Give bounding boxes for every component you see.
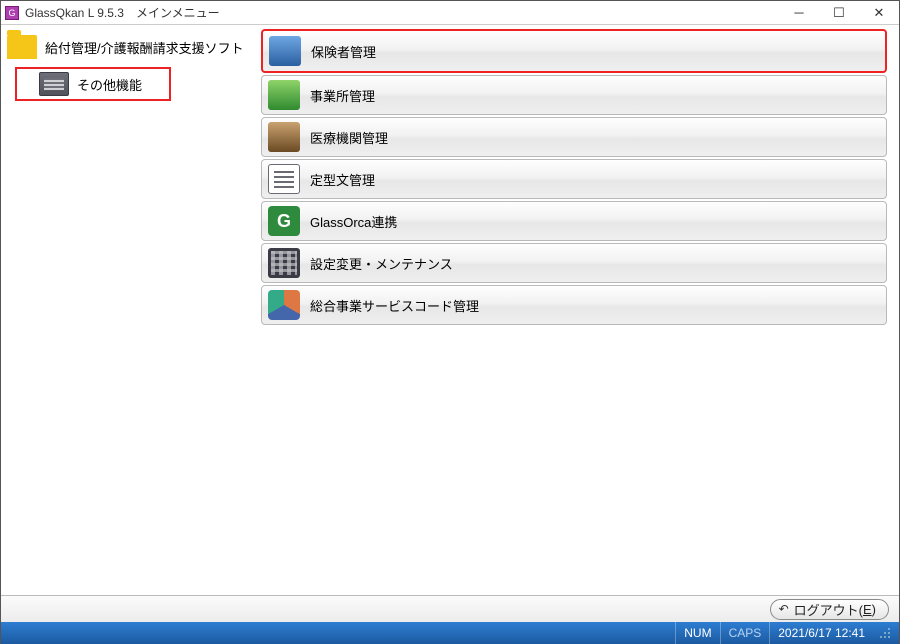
menu-item-medical[interactable]: 医療機関管理 xyxy=(261,117,887,157)
tree-child-label: その他機能 xyxy=(77,75,142,94)
logout-arrow-icon: ↶ xyxy=(779,602,789,616)
minimize-button[interactable]: ─ xyxy=(779,1,819,25)
module-icon xyxy=(39,72,69,96)
medical-icon xyxy=(268,122,300,152)
glassorca-icon: G xyxy=(268,206,300,236)
template-icon xyxy=(268,164,300,194)
tree-child-highlight: その他機能 xyxy=(1,67,261,101)
menu-item-office[interactable]: 事業所管理 xyxy=(261,75,887,115)
app-icon: G xyxy=(5,6,19,20)
folder-icon xyxy=(7,35,37,59)
menu-item-label: 総合事業サービスコード管理 xyxy=(310,296,479,315)
logout-label: ログアウト( xyxy=(794,600,863,619)
logout-accelerator: E xyxy=(863,602,872,617)
tree-root[interactable]: 給付管理/介護報酬請求支援ソフト xyxy=(1,29,261,65)
navigation-tree: 給付管理/介護報酬請求支援ソフト その他機能 xyxy=(1,25,261,595)
close-button[interactable]: ✕ xyxy=(859,1,899,25)
menu-item-label: 事業所管理 xyxy=(310,86,375,105)
footer-bar: ↶ ログアウト(E) xyxy=(1,595,899,622)
tree-root-label: 給付管理/介護報酬請求支援ソフト xyxy=(45,38,244,57)
logout-label-suffix: ) xyxy=(872,602,876,617)
servicecode-icon xyxy=(268,290,300,320)
status-datetime: 2021/6/17 12:41 xyxy=(769,622,873,644)
status-num: NUM xyxy=(675,622,719,644)
menu-item-settings[interactable]: 設定変更・メンテナンス xyxy=(261,243,887,283)
window-title: GlassQkan L 9.5.3 メインメニュー xyxy=(25,4,220,21)
insurer-icon xyxy=(269,36,301,66)
menu-item-insurer[interactable]: 保険者管理 xyxy=(261,29,887,73)
content-area: 給付管理/介護報酬請求支援ソフト その他機能 保険者管理 事業所管理 医療機関管… xyxy=(1,25,899,595)
titlebar: G GlassQkan L 9.5.3 メインメニュー ─ ☐ ✕ xyxy=(1,1,899,25)
menu-panel: 保険者管理 事業所管理 医療機関管理 定型文管理 G GlassOrca連携 設… xyxy=(261,25,899,595)
menu-item-template[interactable]: 定型文管理 xyxy=(261,159,887,199)
window-controls: ─ ☐ ✕ xyxy=(779,1,899,25)
status-bar: NUM CAPS 2021/6/17 12:41 xyxy=(1,622,899,644)
menu-item-label: 保険者管理 xyxy=(311,42,376,61)
settings-icon xyxy=(268,248,300,278)
menu-item-servicecode[interactable]: 総合事業サービスコード管理 xyxy=(261,285,887,325)
menu-item-label: GlassOrca連携 xyxy=(310,212,397,231)
menu-item-label: 設定変更・メンテナンス xyxy=(310,254,453,273)
maximize-button[interactable]: ☐ xyxy=(819,1,859,25)
menu-item-label: 医療機関管理 xyxy=(310,128,388,147)
status-caps: CAPS xyxy=(720,622,770,644)
office-icon xyxy=(268,80,300,110)
tree-child[interactable]: その他機能 xyxy=(15,67,171,101)
menu-item-label: 定型文管理 xyxy=(310,170,375,189)
resize-grip-icon[interactable] xyxy=(877,625,893,641)
logout-button[interactable]: ↶ ログアウト(E) xyxy=(770,599,889,620)
menu-item-glassorca[interactable]: G GlassOrca連携 xyxy=(261,201,887,241)
